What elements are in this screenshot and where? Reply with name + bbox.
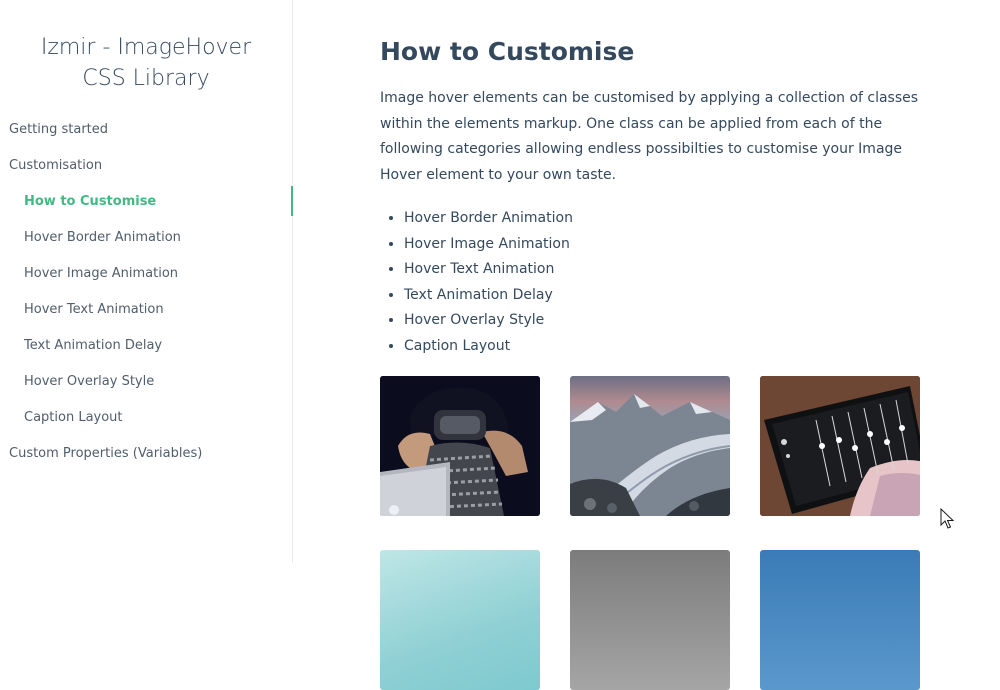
intro-paragraph: Image hover elements can be customised b…: [380, 90, 919, 183]
glacier-photo: [570, 394, 730, 516]
sidebar-nav: Getting started Customisation How to Cus…: [0, 112, 293, 472]
nav-text-animation-delay[interactable]: Text Animation Delay: [0, 328, 292, 364]
nav-getting-started[interactable]: Getting started: [0, 112, 292, 148]
image-tile-vr-headset[interactable]: [380, 376, 540, 516]
site-title[interactable]: Izmir - ImageHover CSS Library: [0, 32, 292, 94]
category-item: Hover Text Animation: [404, 257, 940, 283]
vr-headset-photo: [380, 376, 540, 516]
main-content: How to Customise Image hover elements ca…: [380, 0, 940, 690]
nav-caption-layout[interactable]: Caption Layout: [0, 400, 292, 436]
category-item: Text Animation Delay: [404, 283, 940, 309]
nav-hover-image-animation[interactable]: Hover Image Animation: [0, 256, 292, 292]
nav-custom-properties[interactable]: Custom Properties (Variables): [0, 436, 292, 472]
category-item: Hover Image Animation: [404, 232, 940, 258]
image-tile-4[interactable]: [380, 550, 540, 690]
category-item: Caption Layout: [404, 334, 940, 360]
nav-hover-border-animation[interactable]: Hover Border Animation: [0, 220, 292, 256]
mixer-tablet-photo: [760, 376, 920, 516]
image-tile-glacier[interactable]: [570, 376, 730, 516]
site-title-line1: Izmir - ImageHover: [40, 35, 252, 60]
nav-how-to-customise[interactable]: How to Customise: [0, 184, 293, 220]
nav-customisation[interactable]: Customisation: [0, 148, 292, 184]
page-title: How to Customise: [380, 37, 635, 66]
category-list: Hover Border Animation Hover Image Anima…: [380, 206, 940, 360]
image-tile-5[interactable]: [570, 550, 730, 690]
image-tile-6[interactable]: [760, 550, 920, 690]
category-item: Hover Border Animation: [404, 206, 940, 232]
nav-hover-text-animation[interactable]: Hover Text Animation: [0, 292, 292, 328]
image-tile-mixer-tablet[interactable]: [760, 376, 920, 516]
sidebar: Izmir - ImageHover CSS Library Getting s…: [0, 0, 293, 563]
mouse-pointer-icon: [940, 508, 955, 529]
nav-hover-overlay-style[interactable]: Hover Overlay Style: [0, 364, 292, 400]
category-item: Hover Overlay Style: [404, 308, 940, 334]
site-title-line2: CSS Library: [82, 66, 210, 91]
